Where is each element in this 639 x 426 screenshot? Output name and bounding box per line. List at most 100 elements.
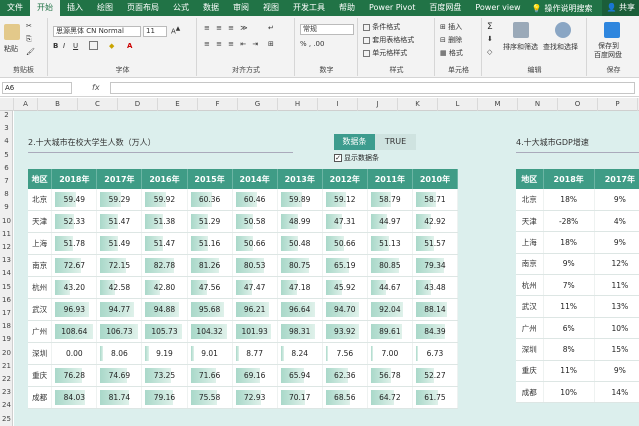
value-cell[interactable]: 76.28: [51, 364, 98, 387]
number-format-select[interactable]: 常规: [300, 24, 354, 35]
value-cell[interactable]: 14%: [594, 381, 639, 404]
value-cell[interactable]: 98.31: [277, 320, 323, 343]
ribbon-tab[interactable]: 公式: [166, 0, 196, 16]
row-header[interactable]: 20: [0, 349, 13, 357]
select-all-corner[interactable]: [0, 98, 14, 111]
value-cell[interactable]: 60.36: [187, 189, 233, 211]
row-header[interactable]: 25: [0, 415, 13, 423]
value-cell[interactable]: 12%: [594, 253, 639, 276]
value-cell[interactable]: 94.88: [141, 298, 188, 321]
city-cell[interactable]: 天津: [28, 210, 53, 233]
row-header[interactable]: 19: [0, 335, 13, 343]
share-button[interactable]: 👤 共享: [602, 0, 639, 16]
value-cell[interactable]: 50.66: [322, 232, 368, 255]
column-header[interactable]: M: [478, 98, 518, 111]
value-cell[interactable]: 44.97: [367, 210, 413, 233]
row-header[interactable]: 2: [0, 111, 13, 119]
row-header[interactable]: 7: [0, 177, 13, 185]
value-cell[interactable]: 9.19: [141, 342, 188, 365]
value-cell[interactable]: 82.78: [141, 254, 188, 277]
city-cell[interactable]: 广州: [28, 320, 53, 343]
ribbon-tab[interactable]: 百度网盘: [422, 0, 468, 16]
value-cell[interactable]: 58.71: [412, 189, 459, 211]
delete-cells-button[interactable]: ⊟ 删除: [440, 35, 462, 45]
value-cell[interactable]: 62.36: [322, 364, 368, 387]
ribbon-tab[interactable]: 插入: [60, 0, 90, 16]
city-cell[interactable]: 北京: [28, 189, 53, 211]
city-cell[interactable]: 南京: [516, 253, 544, 276]
value-cell[interactable]: 96.64: [277, 298, 323, 321]
city-cell[interactable]: 重庆: [28, 364, 53, 387]
row-header[interactable]: 8: [0, 190, 13, 198]
value-cell[interactable]: 50.66: [232, 232, 278, 255]
value-cell[interactable]: 75.58: [187, 386, 233, 409]
value-cell[interactable]: 11%: [594, 274, 639, 297]
value-cell[interactable]: 42.92: [412, 210, 459, 233]
value-cell[interactable]: 43.48: [412, 276, 459, 299]
value-cell[interactable]: 72.67: [51, 254, 98, 277]
value-cell[interactable]: 59.12: [322, 189, 368, 211]
city-cell[interactable]: 成都: [28, 386, 53, 409]
value-cell[interactable]: 9%: [543, 253, 595, 276]
value-cell[interactable]: 70.17: [277, 386, 323, 409]
row-header[interactable]: 23: [0, 388, 13, 396]
font-name-select[interactable]: 思源黑体 CN Normal: [53, 26, 141, 37]
value-cell[interactable]: 44.67: [367, 276, 413, 299]
font-color-icon[interactable]: A: [127, 42, 132, 50]
row-header[interactable]: 14: [0, 269, 13, 277]
ribbon-tab[interactable]: 页面布局: [120, 0, 166, 16]
font-grow-icon[interactable]: A▲: [171, 26, 180, 35]
value-cell[interactable]: 18%: [543, 231, 595, 254]
value-cell[interactable]: 104.32: [187, 320, 233, 343]
ribbon-tab[interactable]: 绘图: [90, 0, 120, 16]
value-cell[interactable]: 0.00: [51, 342, 98, 365]
value-cell[interactable]: 4%: [594, 210, 639, 233]
value-cell[interactable]: 9%: [594, 360, 639, 383]
value-cell[interactable]: 45.92: [322, 276, 368, 299]
value-cell[interactable]: 50.58: [232, 210, 278, 233]
value-cell[interactable]: 10%: [543, 381, 595, 404]
find-select-icon[interactable]: [555, 22, 571, 38]
value-cell[interactable]: 64.72: [367, 386, 413, 409]
column-header[interactable]: E: [158, 98, 198, 111]
value-cell[interactable]: 51.57: [412, 232, 459, 255]
city-cell[interactable]: 上海: [516, 231, 544, 254]
bold-button[interactable]: B: [53, 42, 58, 50]
show-data-bar-checkbox[interactable]: ✓ 显示数据条: [334, 153, 379, 163]
value-cell[interactable]: 52.33: [51, 210, 98, 233]
ribbon-tab[interactable]: 帮助: [332, 0, 362, 16]
value-cell[interactable]: 51.38: [141, 210, 188, 233]
value-cell[interactable]: 94.77: [96, 298, 143, 321]
ribbon-tab[interactable]: 审阅: [226, 0, 256, 16]
value-cell[interactable]: 58.79: [367, 189, 413, 211]
value-cell[interactable]: 108.64: [51, 320, 98, 343]
find-select-button[interactable]: 查找和选择: [543, 42, 578, 52]
value-cell[interactable]: 7%: [543, 274, 595, 297]
fill-color-icon[interactable]: ◆: [109, 42, 114, 50]
name-box[interactable]: A6: [2, 82, 72, 94]
value-cell[interactable]: 13%: [594, 295, 639, 318]
cell-style-button[interactable]: 单元格样式: [363, 48, 407, 58]
value-cell[interactable]: 84.39: [412, 320, 459, 343]
formula-input[interactable]: [110, 82, 635, 94]
value-cell[interactable]: 60.46: [232, 189, 278, 211]
data-bar-value[interactable]: TRUE: [375, 134, 416, 150]
column-header[interactable]: K: [398, 98, 438, 111]
value-cell[interactable]: 51.13: [367, 232, 413, 255]
value-cell[interactable]: 79.16: [141, 386, 188, 409]
value-cell[interactable]: 8.77: [232, 342, 278, 365]
row-header[interactable]: 13: [0, 256, 13, 264]
value-cell[interactable]: 51.47: [141, 232, 188, 255]
city-cell[interactable]: 武汉: [516, 295, 544, 318]
value-cell[interactable]: 79.34: [412, 254, 459, 277]
value-cell[interactable]: 81.74: [96, 386, 143, 409]
underline-button[interactable]: U: [73, 42, 78, 50]
value-cell[interactable]: 7.00: [367, 342, 413, 365]
value-cell[interactable]: 84.03: [51, 386, 98, 409]
column-header[interactable]: O: [558, 98, 598, 111]
value-cell[interactable]: 80.53: [232, 254, 278, 277]
city-cell[interactable]: 上海: [28, 232, 53, 255]
value-cell[interactable]: 50.48: [277, 232, 323, 255]
value-cell[interactable]: 73.25: [141, 364, 188, 387]
value-cell[interactable]: 48.99: [277, 210, 323, 233]
